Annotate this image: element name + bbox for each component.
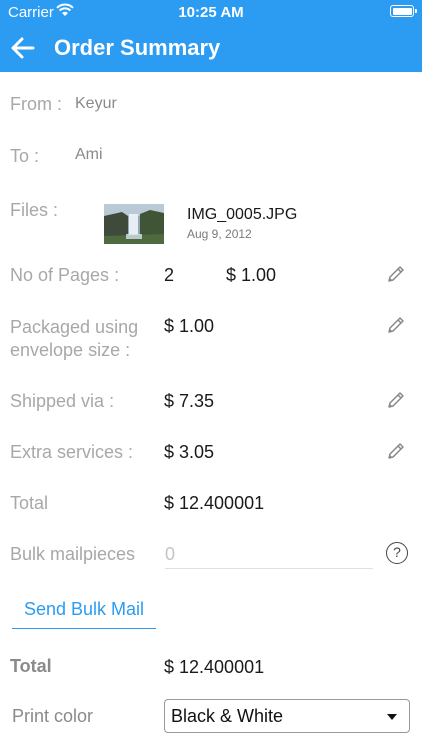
battery-icon xyxy=(390,5,417,17)
print-color-selected-value: Black & White xyxy=(171,706,284,726)
total-value: $ 12.400001 xyxy=(164,493,265,513)
edit-shipping-pencil-icon[interactable] xyxy=(386,390,408,412)
total-label: Total xyxy=(10,493,49,513)
send-bulk-mail-button[interactable]: Send Bulk Mail xyxy=(12,594,156,629)
clock: 10:25 AM xyxy=(178,4,244,21)
summary-total-value: $ 12.400001 xyxy=(164,657,265,677)
file-thumbnail[interactable] xyxy=(104,204,164,244)
extra-services-price: $ 3.05 xyxy=(164,442,215,462)
print-color-select[interactable]: Black & White xyxy=(164,699,410,733)
shipped-price: $ 7.35 xyxy=(164,391,215,411)
print-color-label: Print color xyxy=(12,706,94,726)
pages-price: $ 1.00 xyxy=(226,265,277,285)
page-title: Order Summary xyxy=(54,35,221,60)
from-value: Keyur xyxy=(75,95,117,112)
to-value: Ami xyxy=(75,146,103,163)
arrow-left-icon[interactable] xyxy=(10,36,36,60)
status-bar: Carrier 10:25 AM xyxy=(0,0,422,24)
files-label: Files : xyxy=(10,200,59,220)
nav-bar: Order Summary xyxy=(0,24,422,72)
file-name: IMG_0005.JPG xyxy=(187,206,298,223)
edit-pages-pencil-icon[interactable] xyxy=(386,264,408,286)
edit-packaged-pencil-icon[interactable] xyxy=(386,315,408,337)
shipped-label: Shipped via : xyxy=(10,391,115,411)
summary-total-label: Total xyxy=(10,656,52,676)
bulk-mailpieces-input[interactable] xyxy=(165,540,373,569)
pages-label: No of Pages : xyxy=(10,265,120,285)
pages-count: 2 xyxy=(164,265,175,285)
packaged-price: $ 1.00 xyxy=(164,316,215,336)
caret-down-icon xyxy=(387,714,397,720)
extra-services-label: Extra services : xyxy=(10,442,134,462)
packaged-label-line1: Packaged using xyxy=(10,317,139,337)
bulk-mailpieces-label: Bulk mailpieces xyxy=(10,544,136,564)
edit-extra-services-pencil-icon[interactable] xyxy=(386,441,408,463)
file-date: Aug 9, 2012 xyxy=(187,227,252,241)
to-label: To : xyxy=(10,146,40,166)
question-circle-icon[interactable]: ? xyxy=(386,542,408,564)
from-label: From : xyxy=(10,94,62,114)
packaged-label-line2: envelope size : xyxy=(10,340,131,360)
